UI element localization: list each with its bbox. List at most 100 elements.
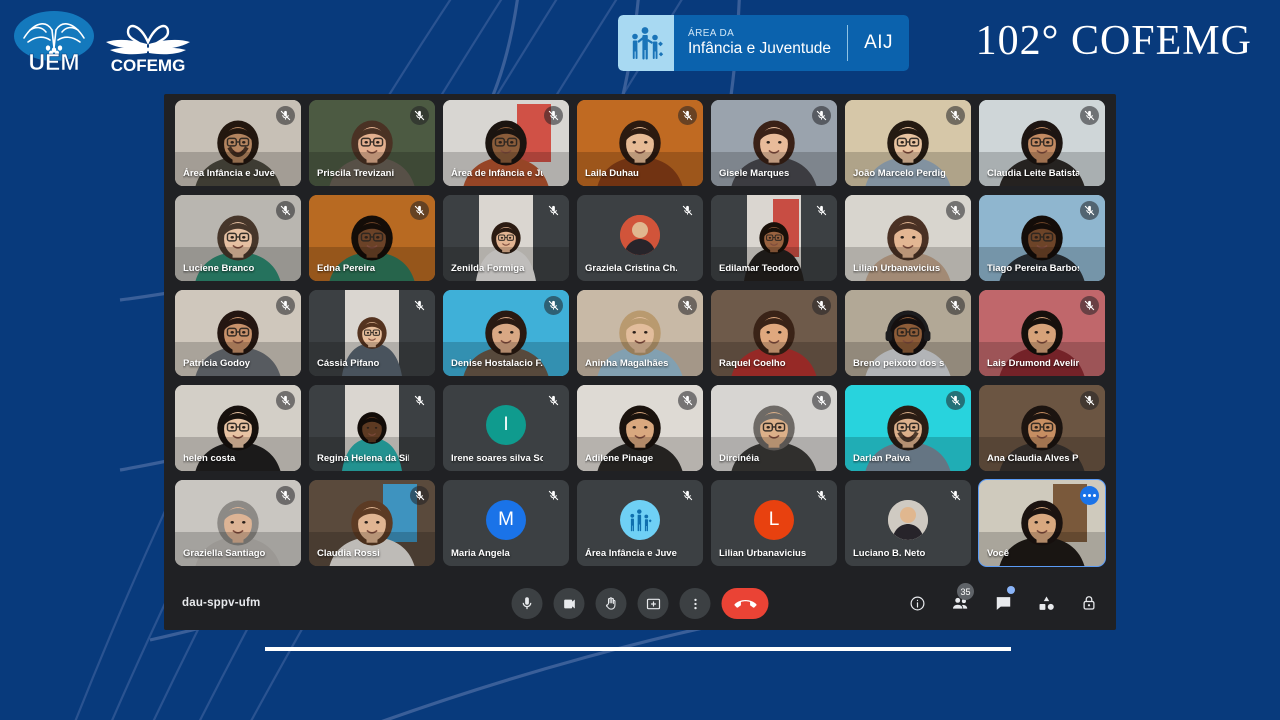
participant-tile[interactable]: Patricia Godoy (175, 290, 301, 376)
participant-tile[interactable]: Graziela Cristina Ch... (577, 195, 703, 281)
mic-muted-icon (812, 201, 831, 220)
mic-muted-icon (544, 391, 563, 410)
svg-text:UEM: UEM (28, 49, 79, 74)
participant-tile[interactable]: Aninha Magalhães (577, 290, 703, 376)
participant-tile[interactable]: Luciene Branco (175, 195, 301, 281)
participant-tile[interactable]: Lais Drumond Avelino (979, 290, 1105, 376)
participant-name: Luciene Branco (183, 263, 255, 274)
info-icon (910, 596, 924, 610)
participant-tile[interactable]: Edilamar Teodoro (711, 195, 837, 281)
participant-name: João Marcelo Perdig... (853, 168, 945, 179)
participant-tile[interactable]: Graziella Santiago (175, 480, 301, 566)
participant-name: Regina Helena da Sil... (317, 453, 409, 464)
mic-muted-icon (410, 106, 429, 125)
participant-tile[interactable]: João Marcelo Perdig... (845, 100, 971, 186)
mic-muted-icon (812, 106, 831, 125)
participant-name: helen costa (183, 453, 236, 464)
participant-tile[interactable]: Claudia Leite Batista (979, 100, 1105, 186)
participant-tile[interactable]: helen costa (175, 385, 301, 471)
participant-tile[interactable]: Adilene Pinage (577, 385, 703, 471)
participant-tile[interactable]: Raquel Coelho (711, 290, 837, 376)
participant-tile[interactable]: L Lilian Urbanavicius (711, 480, 837, 566)
participant-photo-avatar (620, 214, 660, 255)
leave-call-button[interactable] (721, 588, 769, 619)
participant-name: Breno peixoto dos s... (853, 358, 945, 369)
activities-shapes-icon (1039, 596, 1054, 610)
participant-tile[interactable]: Darlan Paiva (845, 385, 971, 471)
participant-name: Graziella Santiago (183, 548, 266, 559)
participant-tile[interactable]: Luciano B. Neto (845, 480, 971, 566)
mic-muted-icon (812, 391, 831, 410)
present-screen-button[interactable] (637, 588, 669, 619)
participant-tile[interactable]: Priscila Trevizani (309, 100, 435, 186)
participant-tile[interactable]: Claudia Rossi (309, 480, 435, 566)
participant-tile[interactable]: Cássia Pifano (309, 290, 435, 376)
call-controls (511, 588, 769, 619)
participant-name: Claudia Leite Batista (987, 168, 1079, 179)
participant-name: Adilene Pinage (585, 453, 654, 464)
mic-muted-icon (678, 106, 697, 125)
participant-tile[interactable]: Zenilda Formiga (443, 195, 569, 281)
participant-initial-avatar: I (486, 404, 526, 445)
participant-tile[interactable]: Área Infância e Juve... (577, 480, 703, 566)
svg-text:COFEMG: COFEMG (111, 56, 186, 74)
participant-name: Edna Pereira (317, 263, 376, 274)
participant-tile[interactable]: Gisele Marques (711, 100, 837, 186)
participant-tile[interactable]: Dircinéia (711, 385, 837, 471)
participant-tile[interactable]: Regina Helena da Sil... (309, 385, 435, 471)
participant-tile[interactable]: I Irene soares silva So... (443, 385, 569, 471)
participant-tile[interactable]: Área Infância e Juve... (175, 100, 301, 186)
slide-root: UEM COFEMG ÁREA DA Infância e Juventude … (0, 0, 1280, 720)
participant-name: Edilamar Teodoro (719, 263, 800, 274)
participant-name: Irene soares silva So... (451, 453, 543, 464)
aij-divider (847, 25, 849, 61)
camera-button[interactable] (553, 588, 585, 619)
aij-abbreviation: AIJ (864, 32, 894, 53)
participant-tile[interactable]: Área de Infância e Ju (443, 100, 569, 186)
more-dot (1093, 494, 1096, 497)
participant-tile[interactable]: Breno peixoto dos s... (845, 290, 971, 376)
more-options-button[interactable] (679, 588, 711, 619)
participant-tile[interactable]: Você (978, 479, 1106, 567)
aij-icon-box (618, 15, 674, 71)
participant-tile[interactable]: Ana Claudia Alves Pi... (979, 385, 1105, 471)
participant-tile[interactable]: M Maria Angela (443, 480, 569, 566)
mic-muted-icon (1080, 201, 1099, 220)
raise-hand-button[interactable] (595, 588, 627, 619)
mic-muted-icon (1080, 106, 1099, 125)
meeting-details-button[interactable] (904, 589, 930, 617)
participant-name: Área de Infância e Ju (451, 168, 543, 179)
mic-muted-icon (544, 296, 563, 315)
chat-unread-dot (1007, 586, 1015, 594)
mic-muted-icon (276, 391, 295, 410)
participant-name: Lais Drumond Avelino (987, 358, 1079, 369)
mic-muted-icon (544, 106, 563, 125)
participant-name: Laila Duhau (585, 168, 639, 179)
participant-tile[interactable]: Laila Duhau (577, 100, 703, 186)
aij-line2: Infância e Juventude (688, 40, 832, 57)
mic-muted-icon (410, 391, 429, 410)
participants-button[interactable]: 35 (947, 583, 974, 617)
participant-tile[interactable]: Edna Pereira (309, 195, 435, 281)
video-call-panel: Área Infância e Juve... Priscila Trevizan… (164, 94, 1116, 630)
mic-muted-icon (276, 486, 295, 505)
participant-initial-avatar: M (486, 499, 526, 540)
participant-tile[interactable]: Tiago Pereira Barbosa (979, 195, 1105, 281)
mic-muted-icon (946, 201, 965, 220)
self-tile-options-button[interactable] (1080, 486, 1099, 505)
participant-name: Gisele Marques (719, 168, 790, 179)
activities-button[interactable] (1033, 589, 1059, 617)
participant-name: Darlan Paiva (853, 453, 911, 464)
microphone-button[interactable] (511, 588, 543, 619)
chat-button[interactable] (990, 586, 1016, 617)
family-group-icon (630, 508, 652, 531)
participant-name: Dircinéia (719, 453, 760, 464)
mic-muted-icon (946, 106, 965, 125)
host-controls-button[interactable] (1076, 589, 1102, 617)
more-vertical-icon (693, 598, 697, 609)
participant-name: Área Infância e Juve... (183, 168, 275, 179)
call-toolbar: dau-sppv-ufm 35 (164, 580, 1116, 630)
participant-tile[interactable]: Lilian Urbanavicius (845, 195, 971, 281)
participant-tile[interactable]: Denise Hostalacio F... (443, 290, 569, 376)
participant-name: Luciano B. Neto (853, 548, 926, 559)
